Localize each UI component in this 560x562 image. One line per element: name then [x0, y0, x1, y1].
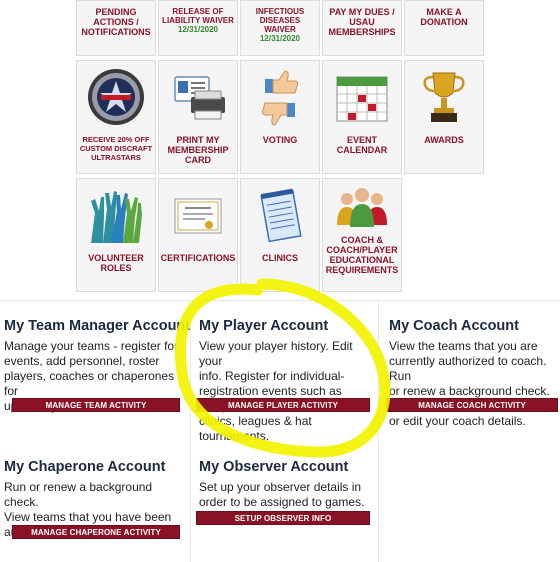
tile-event-calendar[interactable]: EVENT CALENDAR — [322, 60, 402, 174]
tile-donation[interactable]: MAKE A DONATION — [404, 0, 484, 56]
tile-volunteer-roles[interactable]: VOLUNTEER ROLES — [76, 178, 156, 292]
tile-pending-actions[interactable]: PENDING ACTIONS / NOTIFICATIONS — [76, 0, 156, 56]
tile-label: INFECTIOUS DISEASES WAIVER — [255, 7, 305, 34]
tile-label: CERTIFICATIONS — [160, 253, 236, 263]
column-divider — [378, 300, 379, 562]
observer-account: My Observer Account Set up your observer… — [199, 458, 377, 510]
tile-pay-dues[interactable]: PAY MY DUES / USAU MEMBERSHIPS — [322, 0, 402, 56]
tile-label: PRINT MY MEMBERSHIP CARD — [167, 135, 229, 165]
manage-player-activity-button[interactable]: MANAGE PLAYER ACTIVITY — [196, 398, 370, 412]
manage-chaperone-activity-button[interactable]: MANAGE CHAPERONE ACTIVITY — [12, 525, 180, 539]
tile-print-card[interactable]: PRINT MY MEMBERSHIP CARD — [158, 60, 238, 174]
account-description: Set up your observer details in order to… — [199, 480, 365, 509]
tile-coach-requirements[interactable]: COACH & COACH/PLAYER EDUCATIONAL REQUIRE… — [322, 178, 402, 292]
tile-label: EVENT CALENDAR — [336, 135, 388, 155]
notepad-icon — [245, 185, 315, 247]
tile-voting[interactable]: VOTING — [240, 60, 320, 174]
tile-discraft-offer[interactable]: RECEIVE 20% OFF CUSTOM DISCRAFT ULTRASTA… — [76, 60, 156, 174]
discraft-disc-icon — [81, 67, 151, 129]
waiver-date: 12/31/2020 — [259, 34, 301, 43]
manage-coach-activity-button[interactable]: MANAGE COACH ACTIVITY — [386, 398, 558, 412]
tile-label: VOLUNTEER ROLES — [88, 253, 144, 273]
tile-awards[interactable]: AWARDS — [404, 60, 484, 174]
account-title: My Player Account — [199, 318, 329, 334]
waiver-date: 12/31/2020 — [177, 25, 219, 34]
printer-card-icon — [163, 67, 233, 129]
people-group-icon — [327, 185, 397, 231]
tile-label: AWARDS — [424, 135, 464, 145]
account-title: My Chaperone Account — [4, 459, 166, 475]
thumbs-up-down-icon — [245, 67, 315, 129]
trophy-icon — [409, 67, 479, 129]
tile-clinics[interactable]: CLINICS — [240, 178, 320, 292]
calendar-icon — [327, 67, 397, 129]
account-title: My Coach Account — [389, 318, 519, 334]
tile-label: RELEASE OF LIABILITY WAIVER — [162, 7, 234, 25]
raised-hands-icon — [81, 185, 151, 247]
section-divider — [0, 300, 560, 301]
player-account: My Player Account View your player histo… — [199, 317, 377, 444]
account-description: View the teams that you are currently au… — [389, 339, 550, 428]
tile-certifications[interactable]: CERTIFICATIONS — [158, 178, 238, 292]
tile-infectious-waiver[interactable]: INFECTIOUS DISEASES WAIVER 12/31/2020 — [240, 0, 320, 56]
column-divider — [190, 300, 191, 562]
account-title: My Observer Account — [199, 459, 349, 475]
tile-liability-waiver[interactable]: RELEASE OF LIABILITY WAIVER 12/31/2020 — [158, 0, 238, 56]
account-title: My Team Manager Account — [4, 318, 191, 334]
tile-label: COACH & COACH/PLAYER EDUCATIONAL REQUIRE… — [325, 235, 399, 275]
certificate-icon — [163, 185, 233, 247]
manage-team-activity-button[interactable]: MANAGE TEAM ACTIVITY — [12, 398, 180, 412]
setup-observer-info-button[interactable]: SETUP OBSERVER INFO — [196, 511, 370, 525]
tile-label: VOTING — [262, 135, 298, 145]
tile-label: PENDING ACTIONS / NOTIFICATIONS — [81, 7, 151, 37]
account-description: View your player history. Edit your info… — [199, 339, 353, 443]
tile-label: RECEIVE 20% OFF CUSTOM DISCRAFT ULTRASTA… — [79, 135, 153, 162]
tile-label: PAY MY DUES / USAU MEMBERSHIPS — [328, 7, 396, 37]
tile-label: MAKE A DONATION — [420, 7, 468, 27]
tile-label: CLINICS — [262, 253, 298, 263]
